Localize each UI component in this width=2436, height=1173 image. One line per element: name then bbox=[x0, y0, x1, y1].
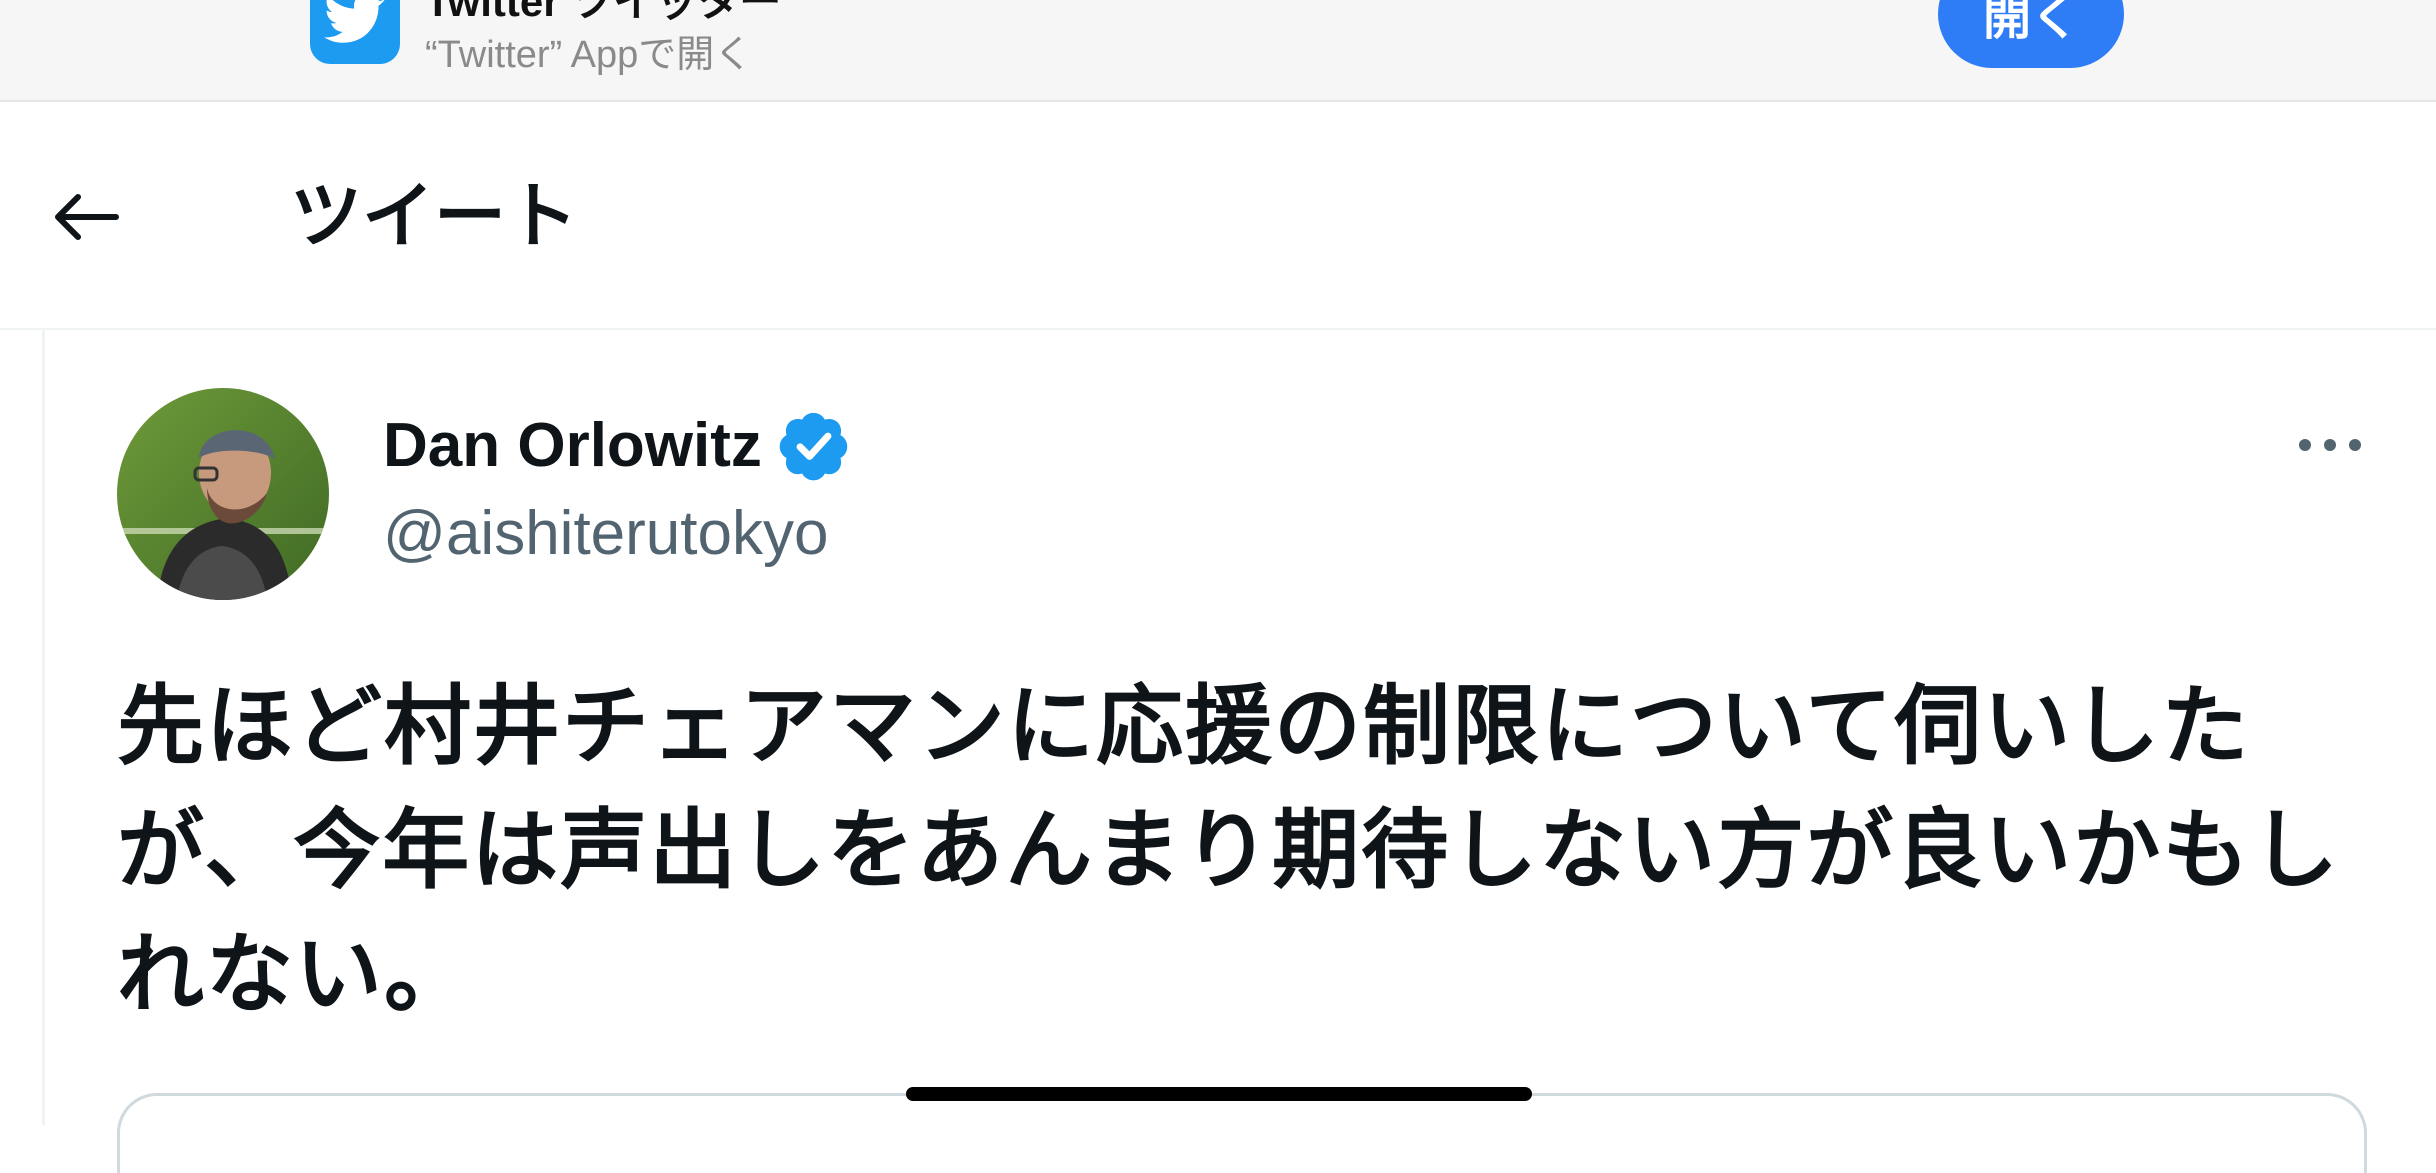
page-header: ツイート bbox=[0, 102, 2436, 330]
back-button[interactable] bbox=[40, 172, 130, 262]
page-title: ツイート bbox=[290, 177, 579, 257]
author-handle[interactable]: @aishiterutokyo bbox=[383, 498, 828, 569]
app-banner[interactable]: Twitter ツイッター “Twitter” Appで開く 開く bbox=[0, 0, 2436, 102]
tweet-text: 先ほど村井チェアマンに応援の制限について伺いしたが、今年は声出しをあんまり期待し… bbox=[117, 678, 2341, 1023]
arrow-left-icon bbox=[55, 194, 119, 240]
thread-divider bbox=[42, 330, 45, 1125]
verified-badge-icon bbox=[779, 412, 848, 481]
author-name[interactable]: Dan Orlowitz bbox=[383, 410, 762, 481]
twitter-app-icon bbox=[310, 0, 400, 64]
open-app-button[interactable]: 開く bbox=[1938, 0, 2124, 68]
twitter-bird-icon bbox=[324, 0, 385, 43]
avatar[interactable] bbox=[117, 388, 329, 600]
more-options-button[interactable] bbox=[2290, 410, 2370, 480]
author-name-row[interactable]: Dan Orlowitz bbox=[383, 405, 852, 485]
more-horizontal-icon bbox=[2299, 439, 2361, 451]
tweet-media-card[interactable] bbox=[117, 1093, 2367, 1173]
profile-photo bbox=[117, 388, 329, 600]
app-subtitle: “Twitter” Appで開く bbox=[425, 34, 753, 76]
home-indicator[interactable] bbox=[906, 1087, 1532, 1101]
